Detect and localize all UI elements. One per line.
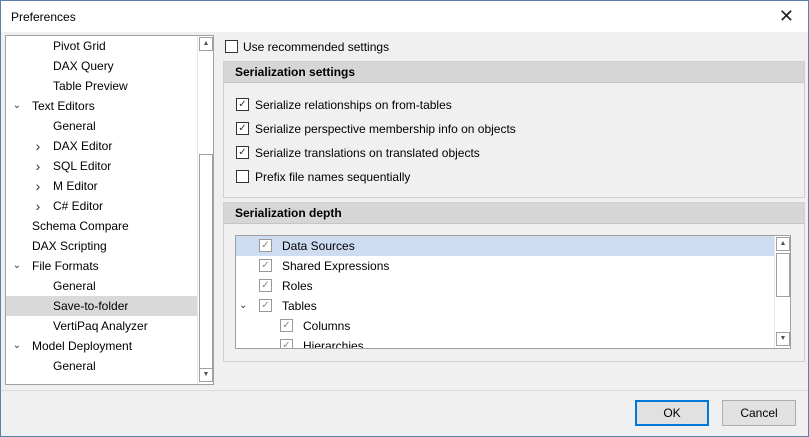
scroll-down-icon[interactable]: ▼	[199, 368, 213, 382]
item-checkbox[interactable]: ✓	[280, 339, 293, 348]
tree-item-label: M Editor	[53, 179, 98, 193]
depth-list-item[interactable]: ✓ Hierarchies	[236, 336, 774, 349]
depth-list-item[interactable]: ⌄ ✓ Tables	[236, 296, 774, 316]
tree-item[interactable]: General	[6, 356, 197, 376]
option-checkbox[interactable]	[236, 170, 249, 183]
ok-button[interactable]: OK	[635, 400, 709, 426]
chevron-right-icon[interactable]: ›	[32, 136, 44, 156]
chevron-right-icon[interactable]: ›	[32, 196, 44, 216]
item-label: Shared Expressions	[282, 259, 390, 273]
tree-item-label: DAX Scripting	[32, 239, 107, 253]
option-checkbox[interactable]: ✓	[236, 98, 249, 111]
option-label: Serialize perspective membership info on…	[255, 122, 516, 136]
cancel-button[interactable]: Cancel	[722, 400, 796, 426]
depth-list-item[interactable]: ✓ Shared Expressions	[236, 256, 774, 276]
serialization-settings-header: Serialization settings	[224, 62, 804, 83]
scrollbar-thumb[interactable]	[199, 154, 213, 370]
tree-item-label: VertiPaq Analyzer	[53, 319, 148, 333]
tree-item[interactable]: VertiPaq Analyzer	[6, 316, 197, 336]
item-label: Data Sources	[282, 239, 355, 253]
tree-item-label: Model Deployment	[32, 339, 133, 353]
use-recommended-checkbox[interactable]	[225, 40, 238, 53]
tree-item-label: Schema Compare	[32, 219, 129, 233]
preferences-dialog: Preferences ✕ General ⌄ Model Deployment Ve…	[0, 0, 809, 437]
chevron-right-icon[interactable]: ›	[32, 156, 44, 176]
tree-item-label: Pivot Grid	[53, 39, 106, 53]
tree-item[interactable]: › SQL Editor	[6, 156, 197, 176]
use-recommended-label: Use recommended settings	[243, 40, 390, 54]
serialization-depth-header: Serialization depth	[224, 203, 804, 224]
tree-item-label: Table Preview	[53, 79, 128, 93]
window-title: Preferences	[11, 10, 76, 24]
option-label: Prefix file names sequentially	[255, 170, 411, 184]
tree-item-label: SQL Editor	[53, 159, 112, 173]
tree-item[interactable]: Pivot Grid	[6, 36, 197, 56]
tree-item[interactable]: Schema Compare	[6, 216, 197, 236]
tree-item-label: Save-to-folder	[53, 299, 129, 313]
item-label: Roles	[282, 279, 313, 293]
depth-list-item[interactable]: ✓ Data Sources	[236, 236, 774, 256]
title-bar: Preferences ✕	[1, 1, 808, 32]
footer-divider	[1, 390, 808, 391]
tree-item[interactable]: Save-to-folder	[6, 296, 197, 316]
tree-item-label: General	[53, 279, 96, 293]
tree-item-label: DAX Editor	[53, 139, 113, 153]
option-checkbox[interactable]: ✓	[236, 122, 249, 135]
item-checkbox[interactable]: ✓	[259, 299, 272, 312]
tree-item-label: General	[53, 119, 96, 133]
tree-item[interactable]: › DAX Editor	[6, 136, 197, 156]
scroll-down-icon[interactable]: ▼	[776, 332, 790, 346]
item-label: Columns	[303, 319, 351, 333]
chevron-down-icon[interactable]: ⌄	[11, 256, 23, 276]
item-checkbox[interactable]: ✓	[259, 279, 272, 292]
option-label: Serialize relationships on from-tables	[255, 98, 452, 112]
chevron-right-icon[interactable]: ›	[32, 176, 44, 196]
depth-list-item[interactable]: ✓ Roles	[236, 276, 774, 296]
tree-item[interactable]: ⌄ File Formats	[6, 256, 197, 276]
scroll-up-icon[interactable]: ▲	[199, 37, 213, 51]
scroll-up-icon[interactable]: ▲	[776, 237, 790, 251]
tree-item-label: DAX Query	[53, 59, 114, 73]
tree-item[interactable]: › M Editor	[6, 176, 197, 196]
tree-item[interactable]: ⌄ Model Deployment	[6, 336, 197, 356]
tree-item[interactable]: Table Preview	[6, 76, 197, 96]
serialization-settings-group: Serialization settings ✓ Serialize relati…	[223, 61, 805, 198]
chevron-down-icon[interactable]: ⌄	[239, 296, 247, 316]
item-checkbox[interactable]: ✓	[259, 259, 272, 272]
tree-item-label: Text Editors	[32, 99, 95, 113]
tree-item-label: File Formats	[32, 259, 99, 273]
item-checkbox[interactable]: ✓	[259, 239, 272, 252]
depth-scrollbar[interactable]: ▲ ▼	[774, 236, 790, 348]
depth-list-item[interactable]: ✓ Columns	[236, 316, 774, 336]
tree-scrollbar[interactable]: ▲ ▼	[197, 36, 213, 384]
tree-item-label: C# Editor	[53, 199, 104, 213]
chevron-down-icon[interactable]: ⌄	[11, 336, 23, 356]
preferences-tree: General ⌄ Model Deployment VertiPaq Analyze…	[5, 35, 214, 385]
tree-item-label: General	[53, 359, 96, 373]
option-checkbox[interactable]: ✓	[236, 146, 249, 159]
close-icon[interactable]: ✕	[779, 6, 794, 27]
tree-item[interactable]: DAX Scripting	[6, 236, 197, 256]
item-label: Hierarchies	[303, 339, 364, 349]
tree-item[interactable]: ⌄ Text Editors	[6, 96, 197, 116]
item-label: Tables	[282, 299, 317, 313]
tree-item[interactable]: DAX Query	[6, 56, 197, 76]
scrollbar-thumb[interactable]	[776, 253, 790, 297]
tree-item[interactable]: General	[6, 276, 197, 296]
item-checkbox[interactable]: ✓	[280, 319, 293, 332]
option-label: Serialize translations on translated obj…	[255, 146, 480, 160]
serialization-depth-list: ✓ Hierarchies ✓ Columns ⌄ ✓ Tables ✓ Roles ✓ Share…	[235, 235, 791, 349]
chevron-down-icon[interactable]: ⌄	[11, 96, 23, 116]
tree-item[interactable]: General	[6, 116, 197, 136]
tree-item[interactable]: › C# Editor	[6, 196, 197, 216]
